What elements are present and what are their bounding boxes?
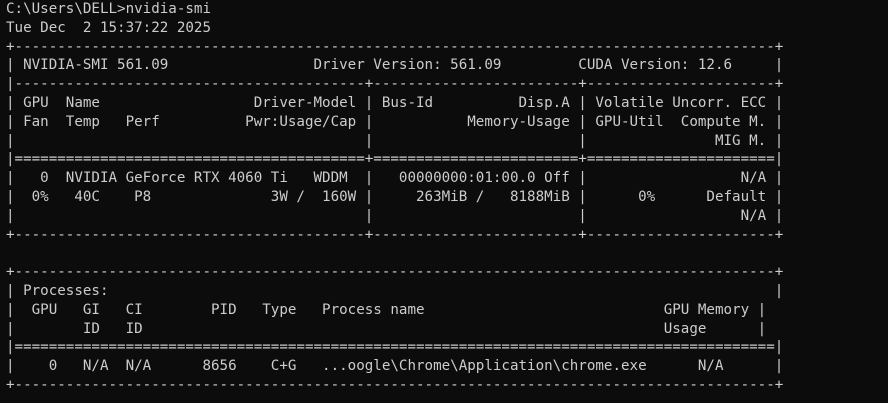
gpu-row-1: | 0 NVIDIA GeForce RTX 4060 Ti WDDM | 00…: [6, 170, 784, 187]
processes-border-bottom: +---------------------------------------…: [6, 376, 784, 393]
process-row: | 0 N/A N/A 8656 C+G ...oogle\Chrome\App…: [6, 358, 784, 375]
table-border-bottom: +---------------------------------------…: [6, 226, 784, 243]
processes-header-separator: |=======================================…: [6, 339, 784, 356]
table-separator: |---------------------------------------…: [6, 76, 784, 93]
gpu-header-row-3: | | | MIG M. |: [6, 132, 784, 149]
timestamp-line: Tue Dec 2 15:37:22 2025: [6, 19, 211, 36]
gpu-row-2: | 0% 40C P8 3W / 160W | 263MiB / 8188MiB…: [6, 188, 784, 205]
prompt-line: C:\Users\DELL>nvidia-smi: [6, 1, 211, 17]
gpu-row-3: | | | N/A |: [6, 207, 784, 224]
terminal-window[interactable]: C:\Users\DELL>nvidia-smi Tue Dec 2 15:37…: [0, 0, 888, 403]
processes-title-row: | Processes: |: [6, 282, 784, 299]
gpu-header-separator: |=======================================…: [6, 151, 784, 168]
smi-version-row: | NVIDIA-SMI 561.09 Driver Version: 561.…: [6, 57, 784, 74]
processes-border-top: +---------------------------------------…: [6, 264, 784, 281]
gpu-header-row-2: | Fan Temp Perf Pwr:Usage/Cap | Memory-U…: [6, 113, 784, 130]
table-border-top: +---------------------------------------…: [6, 38, 784, 55]
gpu-header-row-1: | GPU Name Driver-Model | Bus-Id Disp.A …: [6, 94, 784, 111]
processes-header-row-2: | ID ID Usage |: [6, 320, 767, 337]
processes-header-row-1: | GPU GI CI PID Type Process name GPU Me…: [6, 301, 767, 318]
